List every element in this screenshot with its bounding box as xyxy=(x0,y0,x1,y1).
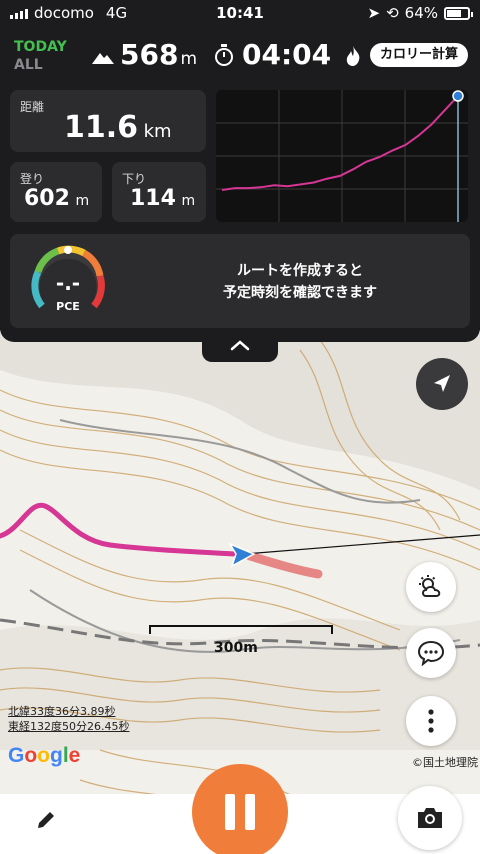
flame-icon xyxy=(346,46,360,66)
mode-today[interactable]: TODAY xyxy=(14,38,67,56)
latitude: 北緯33度36分3.89秒 xyxy=(8,705,116,718)
distance-value: 11.6 xyxy=(64,110,139,145)
battery-percent: 64% xyxy=(404,4,438,22)
ascent-value: 602 xyxy=(24,186,70,211)
chat-button[interactable] xyxy=(406,628,456,678)
stopwatch-icon xyxy=(215,43,233,66)
edit-button[interactable] xyxy=(20,794,72,846)
distance-readout: 11.6 km xyxy=(64,110,172,145)
camera-icon xyxy=(418,808,442,828)
elevation-unit: m xyxy=(180,49,198,69)
stats-panel: docomo 4G 10:41 ➤ ⟲ 64% TODAY ALL 568 m … xyxy=(0,0,480,342)
camera-button[interactable] xyxy=(398,786,462,850)
distance-unit: km xyxy=(143,121,172,142)
pace-message-line2: 予定時刻を確認できます xyxy=(223,285,377,301)
pace-message: ルートを作成すると 予定時刻を確認できます xyxy=(130,260,470,304)
chat-icon xyxy=(417,640,445,666)
elevation-series-line xyxy=(221,95,459,191)
location-arrow-icon xyxy=(434,375,450,392)
pace-card[interactable]: -.- PCE ルートを作成すると 予定時刻を確認できます xyxy=(10,234,470,328)
ascent-unit: m xyxy=(75,193,90,209)
pace-gauge: -.- PCE xyxy=(31,245,105,313)
coordinates: 北緯33度36分3.89秒 東経132度50分26.45秒 xyxy=(8,704,129,734)
pace-gauge-label: PCE xyxy=(56,300,80,313)
more-button[interactable] xyxy=(406,696,456,746)
orientation-lock-icon: ⟲ xyxy=(386,4,399,22)
ascent-card: 登り 602 m xyxy=(10,162,102,222)
longitude: 東経132度50分26.45秒 xyxy=(8,720,130,733)
weather-button[interactable] xyxy=(406,562,456,612)
elapsed-time-readout: 04:04 xyxy=(214,38,331,71)
distance-label: 距離 xyxy=(20,100,45,114)
chevron-up-icon xyxy=(230,340,250,351)
pace-gauge-value: -.- xyxy=(56,271,80,295)
more-icon xyxy=(428,709,434,733)
elevation-readout: 568 m xyxy=(92,38,197,71)
pause-button[interactable] xyxy=(192,764,288,854)
descent-readout: 114 m xyxy=(130,186,195,211)
panel-expand-handle[interactable] xyxy=(202,334,278,362)
descent-unit: m xyxy=(181,193,196,209)
elevation-value: 568 xyxy=(120,38,179,71)
pace-message-line1: ルートを作成すると xyxy=(237,263,363,279)
mode-all[interactable]: ALL xyxy=(14,56,67,74)
elapsed-time: 04:04 xyxy=(242,38,332,71)
ascent-readout: 602 m xyxy=(24,186,89,211)
location-services-icon: ➤ xyxy=(367,4,381,22)
map-credit: ©国土地理院 xyxy=(412,756,478,769)
google-logo: Google xyxy=(8,744,81,767)
ascent-label: 登り xyxy=(20,172,45,186)
battery-icon xyxy=(444,6,473,20)
descent-card: 下り 114 m xyxy=(112,162,206,222)
locate-button[interactable] xyxy=(416,358,468,410)
chart-current-point xyxy=(452,90,464,102)
descent-value: 114 xyxy=(130,186,176,211)
distance-card: 距離 11.6 km xyxy=(10,90,206,152)
status-bar: docomo 4G 10:41 ➤ ⟲ 64% xyxy=(0,0,480,28)
mountain-icon xyxy=(92,53,114,64)
summary-row: TODAY ALL 568 m 04:04 カロリー計算 xyxy=(0,34,480,78)
descent-label: 下り xyxy=(122,172,147,186)
elevation-chart xyxy=(216,90,468,222)
pencil-icon xyxy=(38,812,54,828)
scale-label: 300m xyxy=(214,640,258,656)
mode-toggle[interactable]: TODAY ALL xyxy=(14,38,67,74)
weather-icon xyxy=(419,575,441,597)
pause-icon xyxy=(225,794,235,830)
calorie-button[interactable]: カロリー計算 xyxy=(370,43,469,67)
elevation-chart-svg xyxy=(216,90,468,222)
